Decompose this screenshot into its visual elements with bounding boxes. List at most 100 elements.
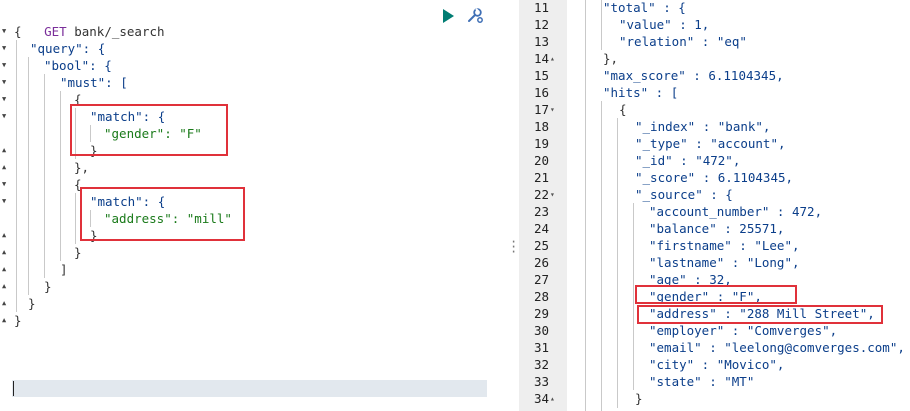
line-number: 16: [533, 85, 549, 100]
fold-up-icon[interactable]: ▲: [2, 142, 6, 159]
fold-up-icon[interactable]: ▲: [2, 244, 6, 261]
indent-guide: [601, 101, 602, 411]
line-number: 28: [533, 289, 549, 304]
line-number: 26: [533, 255, 549, 270]
fold-down-icon[interactable]: ▼: [2, 74, 6, 91]
response-code-line: "account_number" : 472,: [649, 204, 823, 219]
request-code-line: }: [44, 279, 52, 294]
indent-guide: [617, 118, 618, 408]
request-code-line: }: [74, 245, 82, 260]
line-number: 22: [533, 187, 549, 202]
fold-up-icon[interactable]: ▲: [2, 159, 6, 176]
response-code-line: }: [635, 391, 643, 406]
fold-up-icon[interactable]: ▴: [550, 390, 555, 407]
request-code-line: {: [14, 24, 22, 39]
response-code-line: "employer" : "Comverges",: [649, 323, 838, 338]
line-number: 32: [533, 357, 549, 372]
indent-guide: [44, 74, 45, 278]
request-code-line: "must": [: [60, 75, 128, 90]
response-code-line: "email" : "leelong@comverges.com",: [649, 340, 905, 355]
response-code-line: "total" : {: [603, 0, 686, 15]
fold-down-icon[interactable]: ▼: [2, 176, 6, 193]
request-code-line: }: [14, 313, 22, 328]
grip-icon[interactable]: · · ·: [510, 236, 517, 258]
line-number: 29: [533, 306, 549, 321]
pane-resizer[interactable]: · · ·: [487, 0, 519, 411]
fold-down-icon[interactable]: ▼: [2, 40, 6, 57]
fold-down-icon[interactable]: ▼: [2, 193, 6, 210]
indent-guide: [601, 0, 602, 50]
line-number: 19: [533, 136, 549, 151]
response-code-line: "_score" : 6.1104345,: [635, 170, 794, 185]
indent-guide: [60, 91, 61, 261]
response-code-line: "_type" : "account",: [635, 136, 786, 151]
response-code-line: "hits" : [: [603, 85, 679, 100]
fold-up-icon[interactable]: ▲: [2, 295, 6, 312]
line-number: 21: [533, 170, 549, 185]
text-caret: [13, 381, 14, 396]
fold-down-icon[interactable]: ▼: [2, 108, 6, 125]
fold-down-icon[interactable]: ▾: [550, 101, 555, 118]
response-code-line: "value" : 1,: [619, 17, 710, 32]
response-code-line: "city" : "Movico",: [649, 357, 785, 372]
response-code-line: "firstname" : "Lee",: [649, 238, 800, 253]
request-code-line: "bool": {: [44, 58, 112, 73]
line-number: 25: [533, 238, 549, 253]
highlight-box-gender-result: [635, 285, 797, 304]
response-code-line: "_id" : "472",: [635, 153, 741, 168]
response-code-line: {: [619, 102, 627, 117]
line-number: 11: [533, 0, 549, 15]
request-path: bank/_search: [74, 24, 165, 39]
indent-guide: [585, 0, 586, 411]
highlight-box-address-match: [80, 187, 245, 241]
line-number: 23: [533, 204, 549, 219]
request-line-1: GET bank/_search: [14, 6, 164, 39]
indent-guide: [75, 193, 76, 244]
line-number: 12: [533, 17, 549, 32]
response-code-line: "_source" : {: [635, 187, 733, 202]
response-code-line: "state" : "MT": [649, 374, 755, 389]
fold-up-icon[interactable]: ▲: [2, 312, 6, 329]
request-code-line: "query": {: [30, 41, 106, 56]
indent-guide: [28, 57, 29, 295]
line-number: 18: [533, 119, 549, 134]
response-code-line: "_index" : "bank",: [635, 119, 771, 134]
response-code-line: "relation" : "eq": [619, 34, 747, 49]
line-number: 31: [533, 340, 549, 355]
fold-down-icon[interactable]: ▼: [2, 91, 6, 108]
line-number: 13: [533, 34, 549, 49]
fold-down-icon[interactable]: ▼: [2, 23, 6, 40]
response-code-line: "balance" : 25571,: [649, 221, 785, 236]
fold-down-icon[interactable]: ▾: [550, 186, 555, 203]
fold-up-icon[interactable]: ▲: [2, 227, 6, 244]
active-line[interactable]: [12, 380, 487, 397]
line-number: 14: [533, 51, 549, 66]
line-number: 24: [533, 221, 549, 236]
fold-up-icon[interactable]: ▲: [2, 261, 6, 278]
request-editor[interactable]: GET bank/_search ▼ ▼ ▼ ▼ ▼ ▼ ▲ ▲ ▼ ▼ ▲ ▲…: [0, 0, 487, 411]
indent-guide: [16, 40, 17, 312]
fold-up-icon[interactable]: ▲: [2, 278, 6, 295]
response-code-line: },: [603, 51, 619, 66]
fold-down-icon[interactable]: ▼: [2, 57, 6, 74]
line-number: 33: [533, 374, 549, 389]
line-number: 30: [533, 323, 549, 338]
response-code-line: "lastname" : "Long",: [649, 255, 800, 270]
indent-guide: [633, 203, 634, 390]
fold-up-icon[interactable]: ▴: [550, 50, 555, 67]
line-number: 27: [533, 272, 549, 287]
wrench-icon[interactable]: [465, 6, 485, 26]
line-number: 20: [533, 153, 549, 168]
request-code-line: ]: [60, 262, 68, 277]
response-viewer[interactable]: 11 12 13 14 15 16 17 18 19 20 21 22 23 2…: [519, 0, 910, 411]
line-number: 15: [533, 68, 549, 83]
request-method: GET: [44, 24, 67, 39]
response-code-line: "max_score" : 6.1104345,: [603, 68, 784, 83]
line-number: 34: [533, 391, 549, 406]
request-code-line: }: [28, 296, 36, 311]
highlight-box-address-result: [637, 305, 883, 324]
line-number: 17: [533, 102, 549, 117]
play-icon[interactable]: [443, 9, 454, 23]
highlight-box-gender-match: [70, 104, 228, 156]
request-code-line: },: [74, 160, 90, 175]
